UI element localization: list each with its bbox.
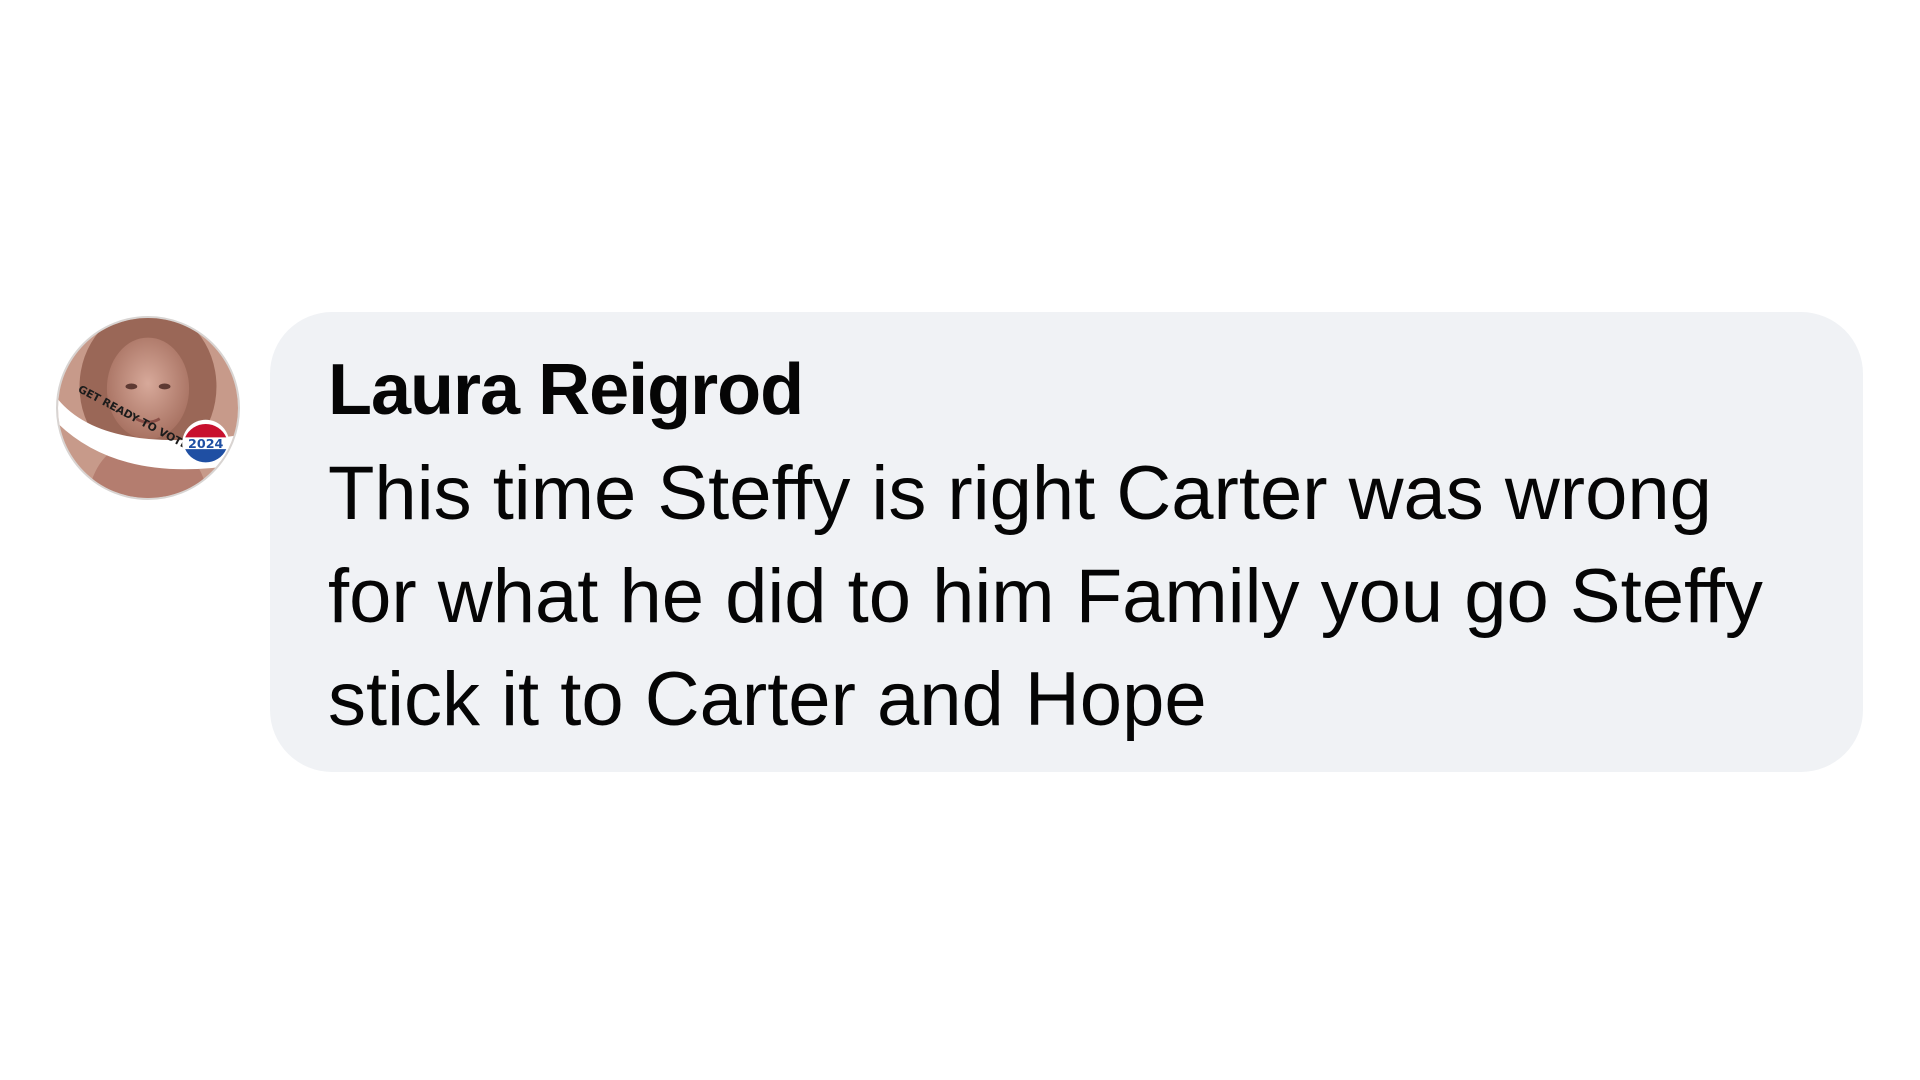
avatar[interactable]: GET READY TO VOTE 2024 <box>56 316 240 500</box>
comment-text: This time Steffy is right Carter was wro… <box>328 451 1763 742</box>
comment-bubble: Laura Reigrod This time Steffy is right … <box>270 312 1863 772</box>
comment-row: GET READY TO VOTE 2024 Laura Reigrod Thi… <box>0 0 1920 1080</box>
vote-badge-year: 2024 <box>188 436 224 451</box>
profile-photo-icon: GET READY TO VOTE 2024 <box>58 318 238 498</box>
comment-author[interactable]: Laura Reigrod <box>328 340 1803 440</box>
